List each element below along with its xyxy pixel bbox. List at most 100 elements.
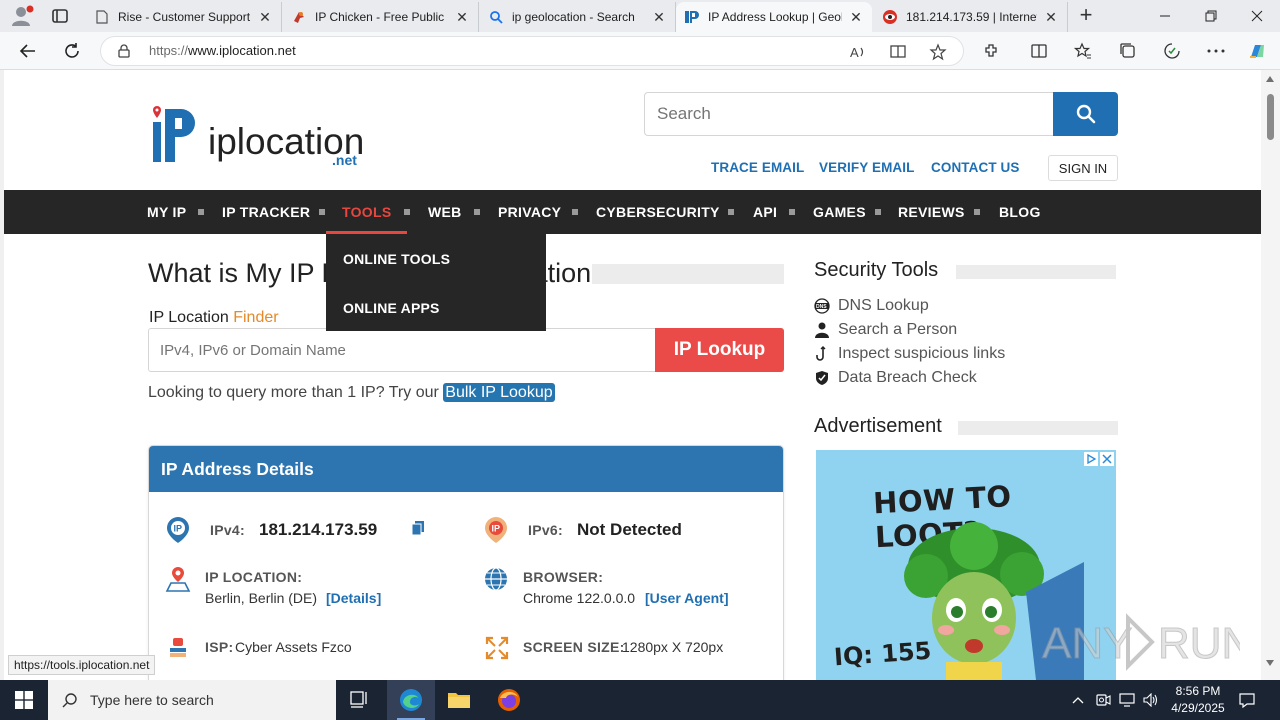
copy-icon[interactable]: [411, 520, 425, 536]
ad-choices-icon[interactable]: [1084, 452, 1098, 466]
taskbar-clock[interactable]: 8:56 PM 4/29/2025: [1160, 683, 1236, 717]
copilot-icon[interactable]: [1247, 41, 1267, 61]
search-input[interactable]: [644, 92, 1054, 136]
immersive-reader-icon[interactable]: [889, 43, 907, 61]
minimize-button[interactable]: [1142, 0, 1188, 32]
ad-choices[interactable]: [1084, 452, 1114, 466]
nav-blog[interactable]: BLOG: [999, 204, 1041, 220]
tab-ipchicken[interactable]: IP Chicken - Free Public I ✕: [283, 2, 479, 32]
close-tab-icon[interactable]: ✕: [1043, 9, 1059, 25]
notifications-icon[interactable]: [1236, 680, 1258, 720]
address-bar[interactable]: https://www.iplocation.net A: [100, 36, 964, 66]
taskbar-edge[interactable]: [387, 680, 435, 720]
nav-ip-tracker[interactable]: IP TRACKER: [222, 204, 310, 220]
isp-server-icon: [167, 636, 189, 658]
new-tab-button[interactable]: +: [1076, 4, 1096, 26]
tray-overflow-icon[interactable]: [1068, 680, 1088, 720]
edge-icon: [400, 689, 422, 711]
hook-icon: [814, 346, 830, 362]
scroll-thumb[interactable]: [1267, 94, 1274, 140]
more-menu-icon[interactable]: [1206, 41, 1226, 61]
svg-text:ANY: ANY: [1042, 619, 1132, 668]
ip-lookup-button[interactable]: IP Lookup: [655, 328, 784, 372]
contact-us-link[interactable]: CONTACT US: [931, 160, 1020, 175]
collections-icon[interactable]: [1118, 41, 1138, 61]
dns-lookup-link[interactable]: DNS DNS Lookup: [814, 296, 929, 316]
inspect-links-link[interactable]: Inspect suspicious links: [814, 344, 1005, 364]
profile-icon[interactable]: [10, 5, 34, 27]
trace-email-link[interactable]: TRACE EMAIL: [711, 160, 804, 175]
data-breach-label: Data Breach Check: [838, 369, 977, 386]
nav-separator: [789, 209, 795, 215]
url-host: www.iplocation.net: [188, 43, 296, 58]
nav-separator: [198, 209, 204, 215]
nav-cybersecurity[interactable]: CYBERSECURITY: [596, 204, 720, 220]
split-screen-icon[interactable]: [1029, 41, 1049, 61]
tab-bing-search[interactable]: ip geolocation - Search ✕: [480, 2, 676, 32]
close-tab-icon[interactable]: ✕: [257, 9, 273, 25]
nav-web[interactable]: WEB: [428, 204, 462, 220]
page-title-start: What is My IP L: [148, 258, 337, 288]
site-logo[interactable]: iplocation .net: [150, 106, 366, 170]
taskbar-search[interactable]: Type here to search: [48, 680, 336, 720]
browser-essentials-icon[interactable]: [1162, 41, 1182, 61]
network-icon[interactable]: [1116, 680, 1138, 720]
url-scheme: https://: [149, 43, 189, 58]
meet-now-icon[interactable]: [1092, 680, 1114, 720]
search-icon: [488, 9, 504, 25]
nav-privacy[interactable]: PRIVACY: [498, 204, 561, 220]
close-window-button[interactable]: [1234, 0, 1280, 32]
svg-text:IP: IP: [174, 524, 183, 534]
ip-lookup-input[interactable]: [148, 328, 656, 372]
title-decoration-bar: [592, 264, 784, 284]
heading-decoration-bar: [956, 265, 1116, 279]
nav-games[interactable]: GAMES: [813, 204, 866, 220]
user-agent-link[interactable]: [User Agent]: [645, 590, 729, 606]
start-button[interactable]: [0, 680, 48, 720]
nav-my-ip[interactable]: MY IP: [147, 204, 186, 220]
nav-reviews[interactable]: REVIEWS: [898, 204, 965, 220]
isp-value: Cyber Assets Fzco: [235, 639, 352, 655]
nav-tools[interactable]: TOOLS: [342, 204, 391, 220]
restore-button[interactable]: [1188, 0, 1234, 32]
favorite-star-icon[interactable]: [929, 43, 947, 61]
close-tab-icon[interactable]: ✕: [651, 9, 667, 25]
menu-item-online-tools[interactable]: ONLINE TOOLS: [343, 251, 450, 267]
taskbar-file-explorer[interactable]: [435, 680, 483, 720]
lock-icon[interactable]: [117, 44, 131, 58]
tab-iplocation[interactable]: IP Address Lookup | Geol ✕: [676, 2, 872, 32]
tab-title: 181.214.173.59 | Internet: [906, 10, 1037, 24]
page-scrollbar[interactable]: [1261, 70, 1280, 680]
tab-rise[interactable]: Rise - Customer Support ✕: [86, 2, 282, 32]
globe-icon: [483, 566, 509, 592]
scroll-down-icon[interactable]: [1266, 660, 1274, 666]
verify-email-link[interactable]: VERIFY EMAIL: [819, 160, 914, 175]
taskbar-firefox[interactable]: [485, 680, 533, 720]
search-button[interactable]: [1053, 92, 1118, 136]
ip-pin-icon: IP: [165, 516, 191, 543]
search-person-link[interactable]: Search a Person: [814, 320, 957, 340]
nav-separator: [974, 209, 980, 215]
nav-api[interactable]: API: [753, 204, 777, 220]
sign-in-button[interactable]: SIGN IN: [1048, 155, 1118, 181]
close-tab-icon[interactable]: ✕: [848, 9, 864, 25]
bulk-ip-lookup-link[interactable]: Bulk IP Lookup: [443, 383, 555, 402]
location-details-link[interactable]: [Details]: [326, 590, 381, 606]
main-navigation: MY IP IP TRACKER TOOLS WEB PRIVACY CYBER…: [4, 190, 1261, 234]
back-button[interactable]: [16, 39, 40, 63]
data-breach-link[interactable]: Data Breach Check: [814, 368, 977, 388]
scroll-up-icon[interactable]: [1266, 76, 1274, 82]
ad-close-icon[interactable]: [1100, 452, 1114, 466]
tab-ip-internet[interactable]: 181.214.173.59 | Internet ✕: [874, 2, 1068, 32]
read-aloud-icon[interactable]: A: [849, 43, 867, 61]
refresh-button[interactable]: [60, 39, 84, 63]
ipv4-value: 181.214.173.59: [259, 520, 378, 539]
tab-title: ip geolocation - Search: [512, 10, 635, 24]
tab-actions-icon[interactable]: [50, 6, 70, 26]
task-view-button[interactable]: [336, 680, 384, 720]
close-tab-icon[interactable]: ✕: [454, 9, 470, 25]
favorites-icon[interactable]: [1073, 41, 1093, 61]
volume-icon[interactable]: [1140, 680, 1162, 720]
menu-item-online-apps[interactable]: ONLINE APPS: [343, 300, 440, 316]
extensions-icon[interactable]: [981, 41, 1001, 61]
